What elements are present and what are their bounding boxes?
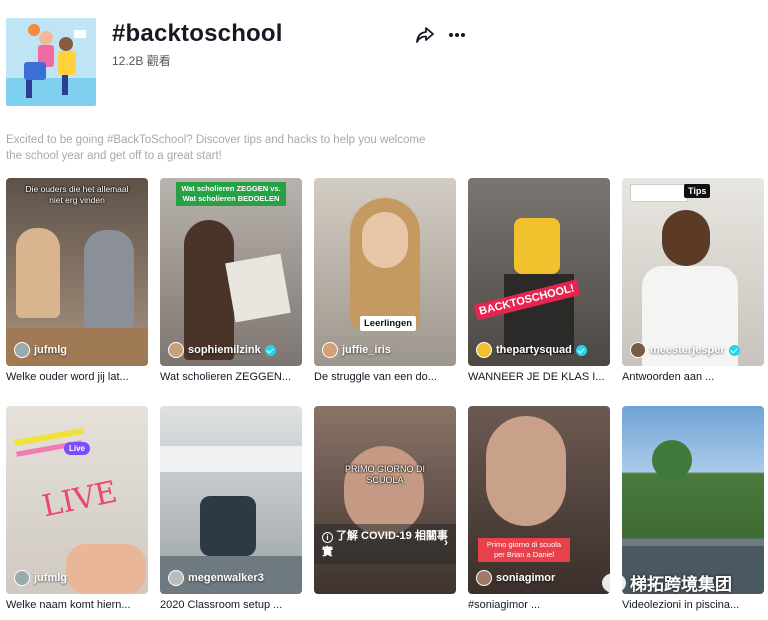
video-thumbnail[interactable]: Leerlingen juffie_iris (314, 178, 456, 366)
video-thumbnail[interactable]: BACKTOSCHOOL! thepartysquad (468, 178, 610, 366)
video-caption[interactable]: Wat scholieren ZEGGEN... (160, 371, 302, 385)
verified-badge-icon (264, 344, 276, 356)
video-caption[interactable]: Welke ouder word jij lat... (6, 371, 148, 385)
video-card[interactable]: Tips meesterjesper Antwoorden aan ... (622, 178, 764, 385)
video-thumbnail[interactable]: Tips meesterjesper (622, 178, 764, 366)
avatar (630, 342, 646, 358)
video-card[interactable]: Primo giorno di scuola per Brian a Danie… (468, 406, 610, 613)
video-author[interactable]: juffie_iris (322, 342, 391, 358)
avatar (322, 342, 338, 358)
author-name: juffie_iris (342, 344, 391, 356)
video-card[interactable]: Die ouders die het allemaal niet erg vin… (6, 178, 148, 385)
avatar (168, 570, 184, 586)
video-overlay-text: Leerlingen (360, 316, 417, 331)
view-count: 12.2B 觀看 (112, 54, 171, 68)
author-name: meesterjesper (650, 344, 725, 356)
author-name: soniagimor (496, 572, 556, 584)
video-caption[interactable]: Antwoorden aan ... (622, 371, 764, 385)
live-badge: Live (64, 442, 91, 455)
video-card[interactable]: BACKTOSCHOOL! thepartysquad WANNEER JE D… (468, 178, 610, 385)
author-name: jufmlg (34, 344, 67, 356)
video-caption[interactable]: 2020 Classroom setup ... (160, 599, 302, 613)
video-card[interactable]: Live LIVE jufmlg Welke naam komt hiern..… (6, 406, 148, 613)
covid-info-text: 了解 COVID-19 相關事實 (322, 530, 448, 558)
avatar (168, 342, 184, 358)
video-overlay-text: Tips (684, 184, 711, 198)
video-thumbnail[interactable]: Live LIVE jufmlg (6, 406, 148, 594)
author-name: sophiemilzink (188, 344, 261, 356)
video-card[interactable]: Leerlingen juffie_iris De struggle van e… (314, 178, 456, 385)
video-thumbnail[interactable]: Primo giorno di scuola per Brian a Danie… (468, 406, 610, 594)
video-overlay-text: Primo giorno di scuola per Brian a Danie… (478, 538, 570, 562)
avatar (476, 342, 492, 358)
page-title: #backtoschool (112, 20, 283, 47)
video-thumbnail[interactable]: PRIMO GIORNO DI SCUOLA i 了解 COVID-19 相關事實… (314, 406, 456, 594)
share-icon[interactable] (414, 24, 436, 46)
video-thumbnail[interactable]: megenwalker3 (160, 406, 302, 594)
video-author[interactable]: soniagimor (476, 570, 555, 586)
video-card[interactable]: PRIMO GIORNO DI SCUOLA i 了解 COVID-19 相關事實… (314, 406, 456, 613)
video-caption[interactable] (314, 599, 456, 613)
video-author[interactable]: meesterjesper (630, 342, 740, 358)
video-author[interactable]: sophiemilzink (168, 342, 276, 358)
video-overlay-text: Die ouders die het allemaal niet erg vin… (25, 184, 129, 205)
author-name: jufmlg (34, 572, 67, 584)
video-author[interactable]: megenwalker3 (168, 570, 264, 586)
tag-cover-image (6, 18, 96, 106)
video-thumbnail[interactable]: Wat scholieren ZEGGEN vs. Wat scholieren… (160, 178, 302, 366)
watermark: 梯拓跨境集团 (602, 570, 732, 595)
author-name: megenwalker3 (188, 572, 264, 584)
video-caption[interactable]: De struggle van een do... (314, 371, 456, 385)
author-name: thepartysquad (496, 344, 572, 356)
verified-badge-icon (728, 344, 740, 356)
covid-info-banner[interactable]: i 了解 COVID-19 相關事實 › (314, 524, 456, 564)
video-thumbnail[interactable] (622, 406, 764, 594)
video-author[interactable]: jufmlg (14, 570, 67, 586)
video-caption[interactable]: Welke naam komt hiern... (6, 599, 148, 613)
verified-badge-icon (575, 344, 587, 356)
info-icon: i (322, 532, 333, 543)
more-icon[interactable] (446, 24, 468, 46)
chevron-right-icon: › (444, 535, 448, 549)
tag-header: #backtoschool 12.2B 觀看 (6, 12, 762, 108)
video-author[interactable]: jufmlg (14, 342, 67, 358)
avatar (14, 570, 30, 586)
video-caption[interactable]: #soniagimor ... (468, 599, 610, 613)
video-caption[interactable]: Videolezioni in piscina... (622, 599, 764, 613)
video-caption[interactable]: WANNEER JE DE KLAS I... (468, 371, 610, 385)
tag-description: Excited to be going #BackToSchool? Disco… (6, 134, 426, 162)
video-overlay-text: Wat scholieren ZEGGEN vs. Wat scholieren… (176, 182, 286, 206)
video-card[interactable]: megenwalker3 2020 Classroom setup ... (160, 406, 302, 613)
avatar (14, 342, 30, 358)
wechat-icon (602, 572, 626, 593)
video-card[interactable]: Wat scholieren ZEGGEN vs. Wat scholieren… (160, 178, 302, 385)
avatar (476, 570, 492, 586)
video-thumbnail[interactable]: Die ouders die het allemaal niet erg vin… (6, 178, 148, 366)
video-overlay-text: PRIMO GIORNO DI SCUOLA (344, 464, 425, 485)
video-author[interactable]: thepartysquad (476, 342, 587, 358)
watermark-text: 梯拓跨境集团 (630, 575, 732, 594)
